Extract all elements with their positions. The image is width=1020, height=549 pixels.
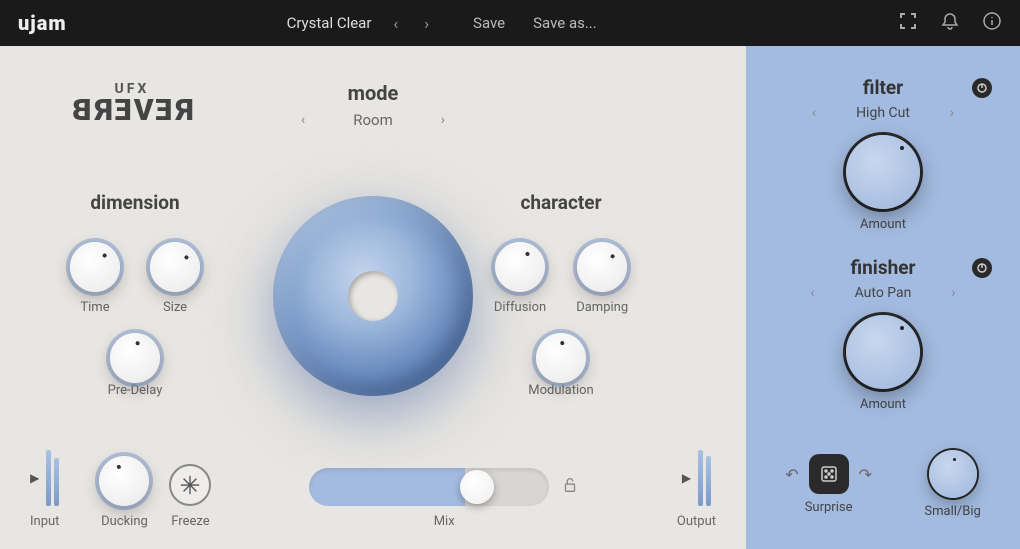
preset-name[interactable]: Crystal Clear [287, 14, 372, 32]
finisher-title: finisher [851, 256, 916, 279]
smallbig-label: Small/Big [924, 504, 980, 519]
mix-slider[interactable] [309, 468, 549, 506]
bell-icon[interactable] [940, 11, 960, 35]
smallbig-knob[interactable] [929, 450, 977, 498]
predelay-label: Pre-Delay [108, 383, 163, 398]
mix-thumb[interactable] [460, 470, 494, 504]
filter-title: filter [863, 76, 903, 99]
undo-button[interactable]: ↶ [785, 465, 798, 484]
filter-power-button[interactable] [972, 78, 992, 98]
finisher-value[interactable]: Auto Pan [855, 285, 912, 301]
preset-next-button[interactable]: › [420, 10, 433, 37]
time-label: Time [80, 300, 109, 315]
finisher-prev-button[interactable]: ‹ [810, 285, 814, 301]
mode-title: mode [301, 81, 445, 105]
fx-panel: filter ‹ High Cut › Amount finisher ‹ Au… [746, 46, 1020, 549]
save-button[interactable]: Save [473, 14, 505, 32]
filter-amount-label: Amount [860, 217, 906, 232]
diffusion-knob[interactable] [495, 242, 545, 292]
mode-prev-button[interactable]: ‹ [301, 112, 305, 128]
info-icon[interactable] [982, 11, 1002, 35]
top-bar: ujam Crystal Clear ‹ › Save Save as... [0, 0, 1020, 46]
finisher-power-button[interactable] [972, 258, 992, 278]
damping-knob[interactable] [577, 242, 627, 292]
modulation-label: Modulation [528, 383, 594, 398]
filter-next-button[interactable]: › [950, 105, 954, 121]
play-icon: ▶ [30, 471, 39, 485]
diffusion-label: Diffusion [494, 300, 546, 315]
preset-prev-button[interactable]: ‹ [389, 10, 402, 37]
filter-amount-knob[interactable] [846, 135, 920, 209]
size-knob[interactable] [150, 242, 200, 292]
redo-button[interactable]: ↷ [859, 465, 872, 484]
mode-knob[interactable] [273, 196, 473, 396]
freeze-button[interactable] [169, 464, 211, 506]
mode-value[interactable]: Room [353, 111, 393, 129]
mode-next-button[interactable]: › [441, 112, 445, 128]
modulation-knob[interactable] [536, 333, 586, 383]
mix-label: Mix [434, 514, 455, 529]
filter-prev-button[interactable]: ‹ [812, 105, 816, 121]
freeze-label: Freeze [171, 514, 209, 529]
size-label: Size [163, 300, 187, 315]
character-title: character [461, 191, 661, 214]
input-label: Input [30, 514, 59, 529]
output-label: Output [677, 514, 716, 529]
ducking-knob[interactable] [99, 456, 149, 506]
lock-icon[interactable] [561, 476, 579, 498]
filter-value[interactable]: High Cut [856, 105, 910, 121]
output-meter: ▶ [682, 450, 711, 506]
surprise-label: Surprise [805, 500, 853, 515]
brand: UFX REVERB [70, 81, 194, 128]
saveas-button[interactable]: Save as... [533, 14, 597, 32]
brand-reverb: REVERB [70, 93, 194, 128]
logo: ujam [18, 11, 67, 35]
main-panel: UFX REVERB mode ‹ Room › dimension Time [0, 46, 746, 549]
input-meter: ▶ [30, 450, 59, 506]
damping-label: Damping [576, 300, 628, 315]
fullscreen-icon[interactable] [898, 11, 918, 35]
surprise-button[interactable] [809, 454, 849, 494]
finisher-next-button[interactable]: › [951, 285, 955, 301]
finisher-amount-knob[interactable] [846, 315, 920, 389]
dimension-title: dimension [40, 191, 230, 214]
time-knob[interactable] [70, 242, 120, 292]
ducking-label: Ducking [101, 514, 148, 529]
dice-icon [819, 464, 839, 484]
finisher-amount-label: Amount [860, 397, 906, 412]
play-icon: ▶ [682, 471, 691, 485]
snowflake-icon [179, 474, 201, 496]
predelay-knob[interactable] [110, 333, 160, 383]
